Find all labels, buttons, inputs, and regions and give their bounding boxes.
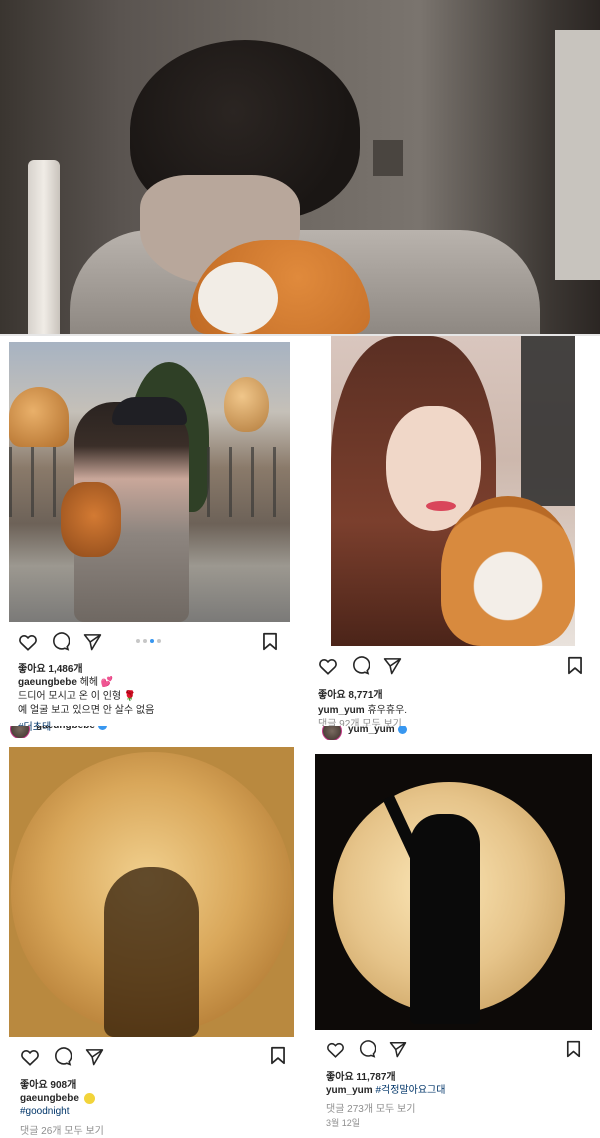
post4-view-comments[interactable]: 댓글 273개 모두 보기	[326, 1100, 415, 1115]
castle-dome	[9, 387, 69, 447]
post2-caption-text: 휴우휴우.	[367, 705, 408, 716]
post4-photo[interactable]	[315, 754, 592, 1030]
verified-badge-icon	[97, 726, 107, 730]
post3-avatar[interactable]	[10, 726, 30, 738]
post1-caption-text2: 드디어 모시고 온 이 인형	[18, 691, 122, 702]
post4-likes[interactable]: 좋아요 11,787개	[326, 1068, 396, 1083]
post1-caption-line2: 드디어 모시고 온 이 인형 🌹	[18, 690, 136, 703]
post4-hashtag[interactable]: #걱정말아요그대	[375, 1085, 445, 1096]
post3-username[interactable]: gaeungbebe	[20, 1093, 79, 1104]
red-panda-plush	[61, 482, 121, 557]
bookmark-icon[interactable]	[262, 632, 278, 651]
curtain	[521, 336, 575, 506]
plush-face	[198, 262, 278, 334]
post4-actions	[326, 1040, 407, 1058]
silhouette	[104, 867, 199, 1037]
comment-icon[interactable]	[51, 632, 70, 651]
post3-header-user[interactable]: gaeungbebe	[36, 726, 107, 731]
post3-header-username[interactable]: gaeungbebe	[36, 726, 95, 731]
share-icon[interactable]	[85, 1048, 104, 1066]
candle	[28, 160, 60, 334]
post1-caption-line3: 예 얼굴 보고 있으면 안 살수 없음	[18, 705, 155, 716]
bookmark-icon[interactable]	[567, 656, 583, 675]
carousel-dot	[143, 639, 147, 643]
balloon	[224, 377, 269, 432]
carousel-dot	[136, 639, 140, 643]
post1-photo[interactable]	[9, 342, 290, 622]
post2-username[interactable]: yum_yum	[318, 705, 365, 716]
carousel-dots	[136, 639, 161, 643]
post3-header: gaeungbebe	[10, 726, 280, 738]
shelf	[555, 30, 600, 280]
lips	[426, 501, 456, 511]
post4-username[interactable]: yum_yum	[326, 1085, 373, 1096]
post3-view-comments[interactable]: 댓글 26개 모두 보기	[20, 1122, 104, 1137]
post2-view-comments[interactable]: 댓글 92개 모두 보기	[318, 718, 402, 726]
post2-actions	[318, 656, 402, 675]
heart-icon[interactable]	[326, 1041, 345, 1058]
post1-actions	[18, 632, 102, 651]
post2-caption: yum_yum 휴우휴우.	[318, 704, 407, 717]
post3-hashtag[interactable]: #goodnight	[20, 1106, 70, 1117]
light-switch	[373, 140, 403, 176]
cap	[112, 397, 187, 425]
comment-icon[interactable]	[351, 656, 370, 675]
post4-header-username[interactable]: yum_yum	[348, 726, 395, 735]
post3-photo[interactable]	[9, 747, 294, 1037]
video-still	[0, 0, 600, 334]
post4-header: yum_yum	[322, 726, 582, 740]
post3-actions	[20, 1047, 104, 1066]
verified-badge-icon	[397, 726, 407, 734]
silhouette	[410, 814, 480, 1024]
post1-username[interactable]: gaeungbebe	[18, 677, 77, 688]
share-icon[interactable]	[83, 633, 102, 651]
carousel-dot	[157, 639, 161, 643]
post4-date: 3월 12일	[326, 1118, 361, 1128]
heart-icon[interactable]	[318, 657, 338, 675]
post4-avatar[interactable]	[322, 726, 342, 740]
post3-likes[interactable]: 좋아요 908개	[20, 1076, 76, 1091]
post1-caption-line1: gaeungbebe 헤헤 💕	[18, 676, 113, 689]
heart-emoji-icon: 💕	[100, 677, 114, 688]
red-panda-plush	[441, 496, 575, 646]
comment-icon[interactable]	[358, 1040, 376, 1058]
comment-icon[interactable]	[53, 1047, 72, 1066]
post2-likes[interactable]: 좋아요 8,771개	[318, 686, 383, 701]
post1-caption-text: 헤헤	[79, 677, 99, 688]
post4-caption: yum_yum #걱정말아요그대	[326, 1084, 445, 1097]
share-icon[interactable]	[383, 657, 402, 675]
bookmark-icon[interactable]	[270, 1046, 286, 1065]
share-icon[interactable]	[389, 1041, 407, 1058]
moon-emoji-icon	[83, 1092, 95, 1104]
carousel-dot-active	[150, 639, 154, 643]
post1-likes[interactable]: 좋아요 1,486개	[18, 660, 83, 675]
post3-caption: gaeungbebe	[20, 1092, 95, 1105]
heart-icon[interactable]	[18, 633, 38, 651]
post2-photo[interactable]	[331, 336, 575, 646]
bookmark-icon[interactable]	[566, 1040, 581, 1058]
heart-icon[interactable]	[20, 1048, 40, 1066]
post4-header-user[interactable]: yum_yum	[348, 726, 407, 735]
flower-emoji-icon: 🌹	[123, 691, 137, 702]
